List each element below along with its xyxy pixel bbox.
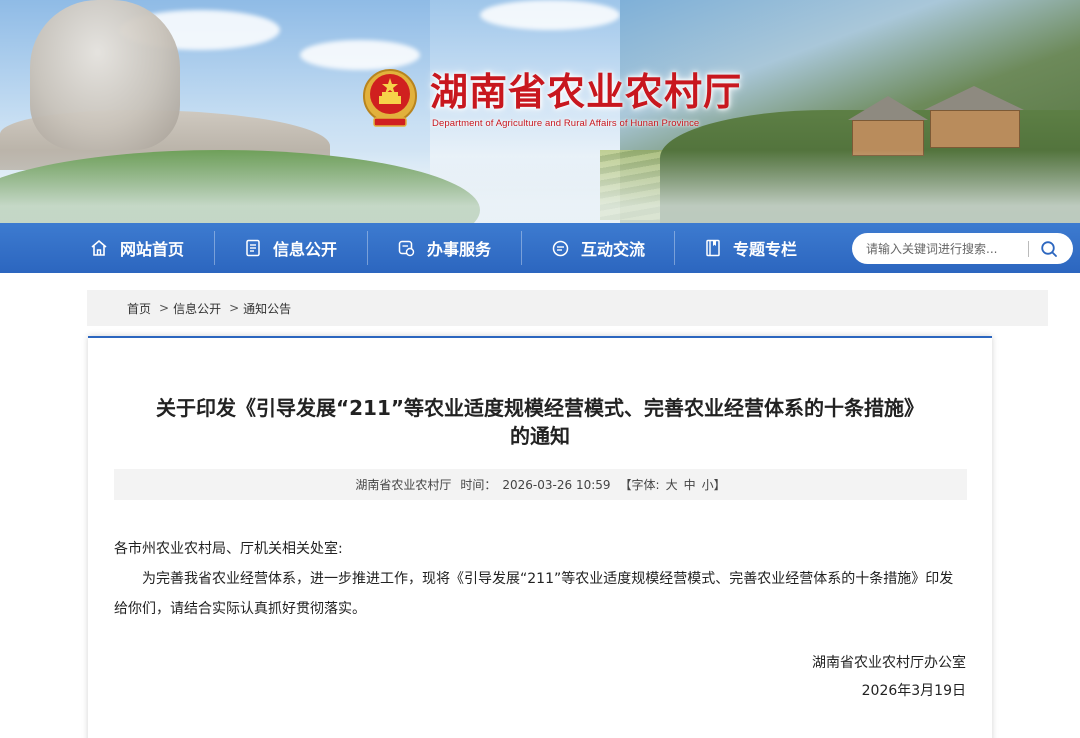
nav-divider [214,231,215,265]
search-button[interactable] [1037,237,1061,261]
time-label: 时间： [460,478,497,492]
article-source: 湖南省农业农村厅 [355,478,452,492]
roof [924,86,1024,110]
breadcrumb-separator: > [229,301,240,315]
service-icon [398,240,415,256]
search-box [852,233,1073,264]
document-icon [246,239,260,257]
breadcrumb-home[interactable]: 首页 [127,300,151,317]
nav-divider [521,231,522,265]
book-icon [706,239,720,257]
site-subtitle: Department of Agriculture and Rural Affa… [432,118,700,129]
nav-label: 互动交流 [581,240,646,259]
font-size-label: 【字体: [619,478,660,492]
font-size-small[interactable]: 小】 [702,476,726,493]
breadcrumb-bar: 首页 > 信息公开 > 通知公告 [87,290,1048,326]
chat-icon [552,240,569,256]
font-size-medium[interactable]: 中 [684,476,696,493]
home-icon [91,239,107,256]
nav-divider [674,231,675,265]
nav-label: 专题专栏 [733,240,798,259]
search-input[interactable] [866,236,1024,261]
font-size-large[interactable]: 大 [666,476,678,493]
article-title-line2: 的通知 [510,424,570,448]
roof [848,96,928,120]
nav-item-interaction[interactable]: 互动交流 [552,223,645,273]
search-icon [1041,240,1057,257]
article-salutation: 各市州农业农村局、厅机关相关处室: [114,541,343,557]
article-card: 关于印发《引导发展“211”等农业适度规模经营模式、完善农业经营体系的十条措施》… [88,336,992,738]
nav-item-home[interactable]: 网站首页 [90,223,184,273]
nav-divider [367,231,368,265]
breadcrumb-separator: > [159,301,170,315]
farmhouse-image [930,110,1020,148]
nav-item-special-topics[interactable]: 专题专栏 [705,223,797,273]
article-meta: 湖南省农业农村厅 时间： 2026-03-26 10:59 【字体: 大 中 小… [114,469,967,500]
banner-mist [0,150,1080,223]
statue-image [30,0,180,150]
article-signature: 湖南省农业农村厅办公室 [812,655,966,671]
nav-label: 网站首页 [120,240,185,259]
nav-label: 信息公开 [273,240,338,259]
breadcrumb: 首页 > 信息公开 > 通知公告 [127,290,291,326]
breadcrumb-notices[interactable]: 通知公告 [243,300,291,317]
site-title: 湖南省农业农村厅 [430,70,743,114]
publish-time: 2026-03-26 10:59 [502,477,611,492]
cloud [480,0,620,30]
main-nav: 网站首页 信息公开 办事服务 互动交流 专题专栏 请输入关键词进行搜索... [0,223,1080,273]
nav-item-info-disclosure[interactable]: 信息公开 [245,223,337,273]
article-paragraph: 为完善我省农业经营体系，进一步推进工作，现将《引导发展“211”等农业适度规模经… [114,571,954,617]
national-emblem-icon [363,69,417,127]
search-divider [1028,240,1029,257]
article-title: 关于印发《引导发展“211”等农业适度规模经营模式、完善农业经营体系的十条措施》 [155,396,925,420]
header-banner: 湖南省农业农村厅 Department of Agriculture and R… [0,0,1080,223]
nav-item-services[interactable]: 办事服务 [398,223,491,273]
cloud [300,40,420,70]
article-date: 2026年3月19日 [861,683,966,699]
nav-label: 办事服务 [427,240,492,259]
breadcrumb-info-disclosure[interactable]: 信息公开 [173,300,221,317]
